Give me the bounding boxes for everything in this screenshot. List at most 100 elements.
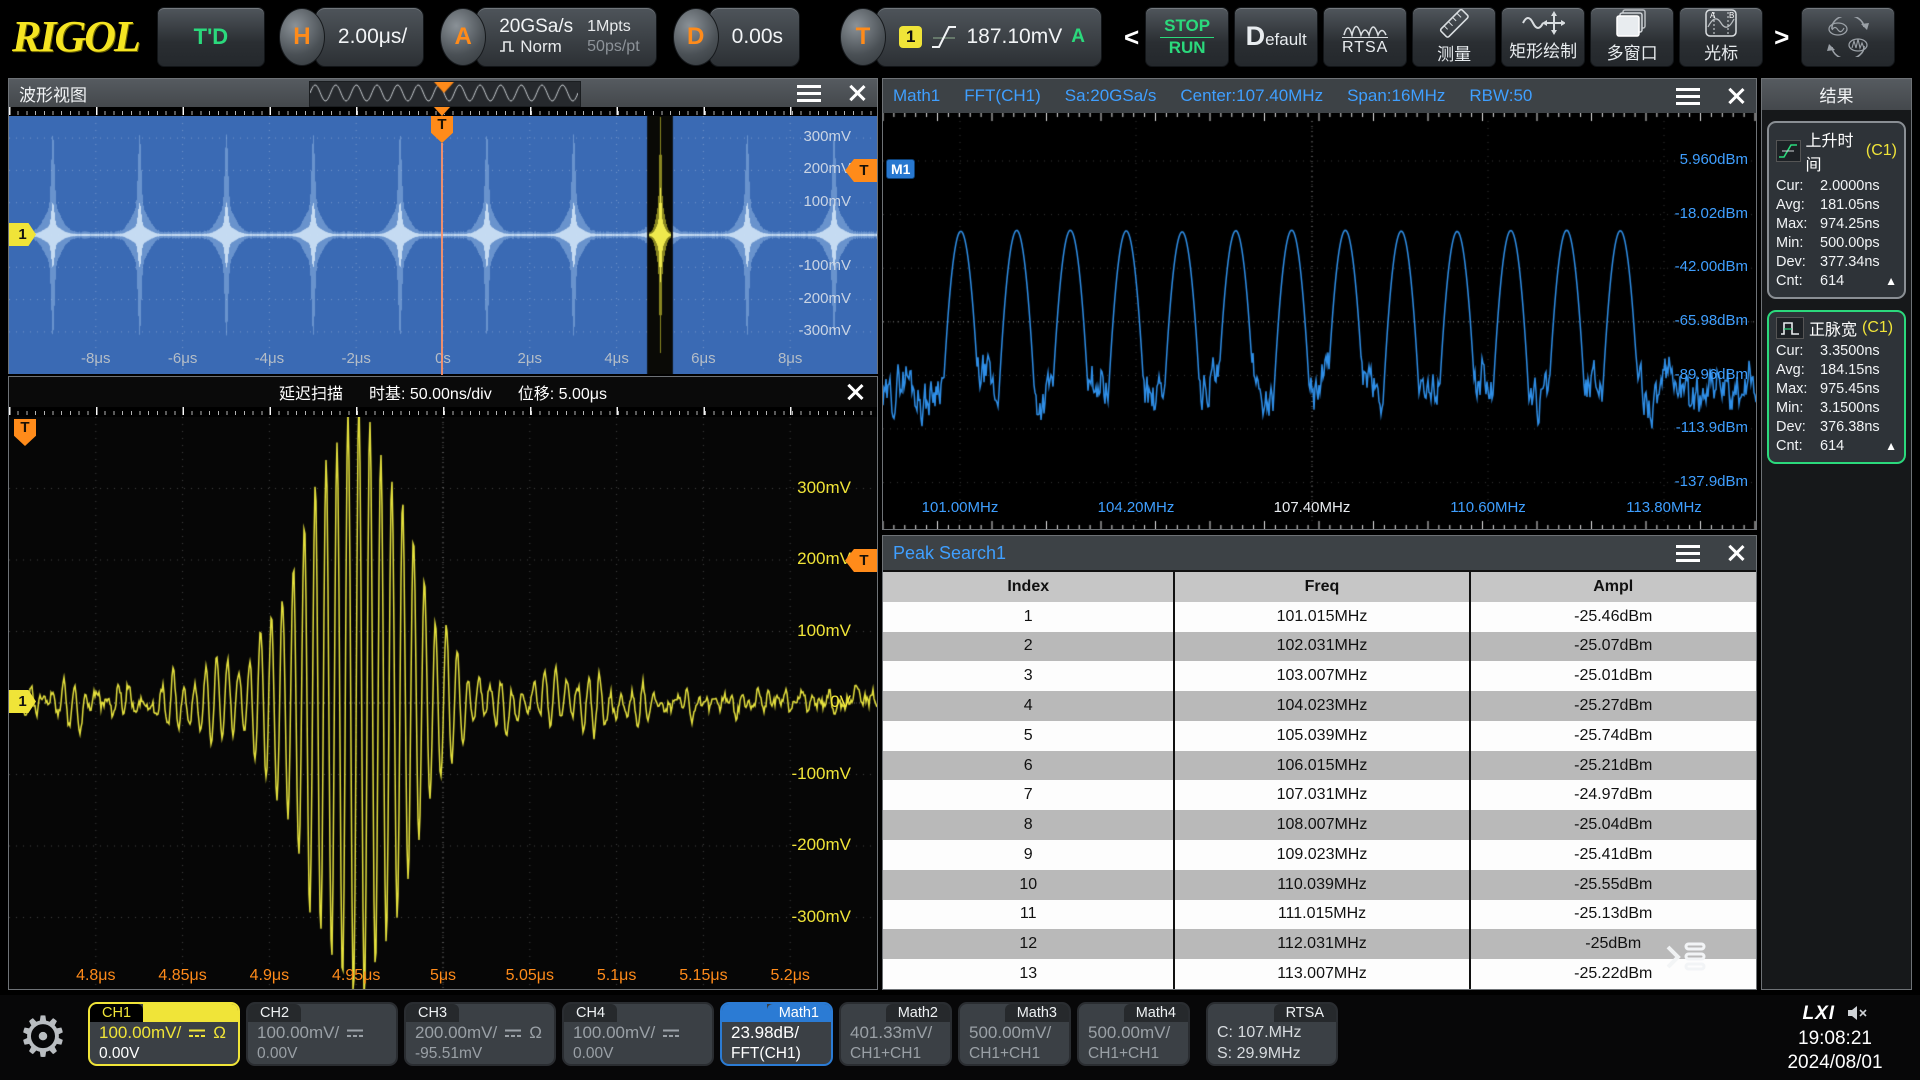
channel-scale: 100.00mV/ [573,1022,655,1043]
measure-label: 测量 [1437,40,1471,65]
math-card-math1[interactable]: Math123.98dB/FFT(CH1) [720,1002,833,1066]
fft-close-icon[interactable] [1726,86,1746,106]
math-scale: 500.00mV/ [969,1022,1060,1043]
fft-source: Math1 [893,86,940,106]
delay-knob[interactable]: D [673,8,719,66]
delayed-offset: 位移: 5.00μs [518,380,607,404]
waveform-view-close-icon[interactable] [847,83,867,103]
collapse-card-icon[interactable]: ▲ [1885,272,1897,291]
multi-window-button[interactable]: 多窗口 [1590,7,1674,67]
peak-table-header-row: Index Freq Ampl [883,572,1756,602]
channel-card-ch2[interactable]: CH2100.00mV/0.00V [246,1002,398,1066]
horizontal-position-strip[interactable] [309,81,581,107]
measurement-row: Cnt:614▲ [1776,437,1897,456]
peak-search-close-icon[interactable] [1726,543,1746,563]
rtsa-label: RTSA [1342,37,1388,57]
peak-table-row[interactable]: 6106.015MHz-25.21dBm [883,751,1756,781]
delayed-sweep-close-icon[interactable] [845,382,865,402]
channel-card-ch1[interactable]: CH1100.00mV/Ω0.00V [88,1002,240,1066]
peak-table-row[interactable]: 9109.023MHz-25.41dBm [883,840,1756,870]
bottom-status-bar: ⚙ CH1100.00mV/Ω0.00VCH2100.00mV/0.00VCH3… [0,995,1920,1080]
waveform-draw-button[interactable]: 矩形绘制 [1501,7,1585,67]
system-date: 2024/08/01 [1760,1051,1910,1075]
horizontal-scale-button[interactable]: 2.00μs/ [315,7,424,67]
toolbar-collapse-left-icon[interactable]: < [1118,7,1145,67]
fft-menu-icon[interactable] [1676,88,1700,105]
delay-button[interactable]: 0.00s [709,7,800,67]
peak-search-title: Peak Search1 [893,543,1006,564]
fft-panel: Math1 FFT(CH1) Sa:20GSa/s Center:107.40M… [882,78,1757,530]
rtsa-status-card[interactable]: RTSA C: 107.MHz S: 29.9MHz [1206,1002,1338,1066]
stop-label: STOP [1160,16,1214,38]
delay-group: D 0.00s [673,7,800,67]
peak-table-row[interactable]: 5105.039MHz-25.74dBm [883,721,1756,751]
channel-card-ch4[interactable]: CH4100.00mV/0.00V [562,1002,714,1066]
impedance-label: Ω [529,1022,542,1043]
dc-coupling-icon [504,1027,522,1039]
run-label: RUN [1169,38,1206,57]
peak-table-row[interactable]: 4104.023MHz-25.27dBm [883,691,1756,721]
delayed-sweep-plot[interactable] [9,417,877,989]
peak-table-row[interactable]: 1101.015MHz-25.46dBm [883,602,1756,632]
clock-area[interactable]: LXI 19:08:21 2024/08/01 [1760,1002,1910,1075]
peak-search-menu-icon[interactable] [1676,545,1700,562]
peak-table-row[interactable]: 7107.031MHz-24.97dBm [883,780,1756,810]
peak-table-row[interactable]: 12112.031MHz-25dBm [883,929,1756,959]
delayed-sweep-panel: 延迟扫描 时基: 50.00ns/div 位移: 5.00μs 300mV200… [8,376,878,990]
trigger-status-button[interactable]: T'D [157,7,265,67]
trigger-position-arrow[interactable] [434,107,450,116]
measurement-card-rise-time[interactable]: 上升时间(C1) Cur:2.0000nsAvg:181.05nsMax:974… [1767,121,1906,299]
horizontal-knob[interactable]: H [279,8,325,66]
expand-table-icon[interactable] [1664,941,1708,973]
rtsa-span: S: 29.9MHz [1217,1043,1327,1064]
channel-card-ch3[interactable]: CH3200.00mV/Ω-95.51mV [404,1002,556,1066]
memory-depth: 1Mpts [587,17,639,37]
results-panel: 结果 上升时间(C1) Cur:2.0000nsAvg:181.05nsMax:… [1761,78,1912,990]
channel-offset: 0.00V [257,1043,387,1064]
rigol-logo: RIGOL [12,11,139,62]
dc-coupling-icon [346,1027,364,1039]
measurement-card-positive-pulse-width[interactable]: 正脉宽(C1) Cur:3.3500nsAvg:184.15nsMax:975.… [1767,310,1906,464]
toolbar-expand-right-icon[interactable]: > [1768,7,1795,67]
multi-window-icon [1615,9,1649,37]
mode-switch-button[interactable] [1801,7,1895,67]
acquire-button[interactable]: 20GSa/s Norm 1Mpts 50ps/pt [476,7,656,67]
channel-scale: 100.00mV/ [257,1022,339,1043]
acquire-group: A 20GSa/s Norm 1Mpts 50ps/pt [440,7,656,67]
peak-table-row[interactable]: 11111.015MHz-25.13dBm [883,900,1756,930]
svg-text:A: A [1710,11,1716,20]
peak-table-row[interactable]: 3103.007MHz-25.01dBm [883,661,1756,691]
trigger-button[interactable]: 1 187.10mV A [876,7,1102,67]
default-button[interactable]: Default [1234,7,1318,67]
fft-plot[interactable] [883,113,1756,529]
peak-table-row[interactable]: 13113.007MHz-25.22dBm [883,959,1756,989]
trigger-knob[interactable]: T [840,8,886,66]
peak-table-row[interactable]: 2102.031MHz-25.07dBm [883,632,1756,662]
fft-rbw: RBW:50 [1469,86,1532,106]
rtsa-tab: RTSA [1274,1004,1336,1022]
lxi-logo: LXI [1802,1003,1835,1024]
acquire-knob[interactable]: A [440,8,486,66]
math1-trace-badge[interactable]: M1 [886,159,915,179]
rigol-gear-logo[interactable]: ⚙ [6,1002,80,1072]
waveform-view-menu-icon[interactable] [797,85,821,102]
cursor-button[interactable]: AB 光标 [1679,7,1763,67]
stop-run-button[interactable]: STOP RUN [1145,7,1229,67]
waveform-view-title: 波形视图 [19,81,87,106]
measurement-row: Cur:2.0000ns [1776,177,1897,196]
peak-table-row[interactable]: 8108.007MHz-25.04dBm [883,810,1756,840]
math-card-math4[interactable]: Math4500.00mV/CH1+CH1 [1077,1002,1190,1066]
peak-table-row[interactable]: 10110.039MHz-25.55dBm [883,870,1756,900]
measurement-row: Dev:377.34ns [1776,253,1897,272]
peak-col-freq: Freq [1175,572,1470,602]
math-card-math3[interactable]: Math3500.00mV/CH1+CH1 [958,1002,1071,1066]
speaker-muted-icon [1846,1004,1868,1022]
waveform-draw-label: 矩形绘制 [1509,37,1577,62]
collapse-card-icon[interactable]: ▲ [1885,437,1897,456]
measure-button[interactable]: 测量 [1412,7,1496,67]
rtsa-button[interactable]: RTSA [1323,7,1407,67]
math-card-math2[interactable]: Math2401.33mV/CH1+CH1 [839,1002,952,1066]
waveform-overview-plot[interactable] [9,116,877,374]
measurement-row: Min:3.1500ns [1776,399,1897,418]
fft-sample-rate: Sa:20GSa/s [1065,86,1157,106]
